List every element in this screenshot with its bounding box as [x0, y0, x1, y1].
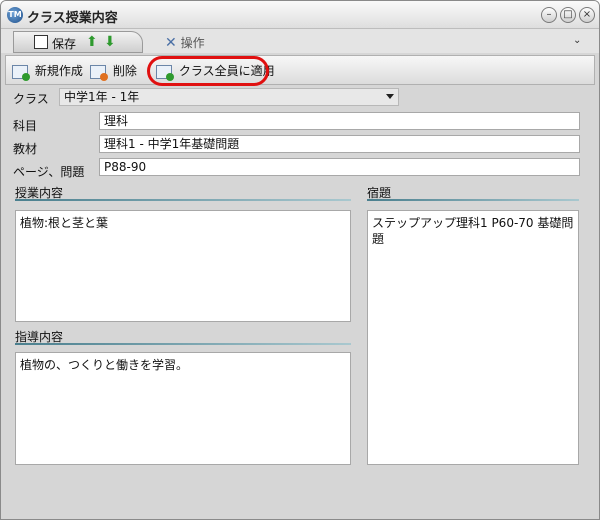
lesson-textarea[interactable]: 植物:根と茎と葉	[15, 210, 351, 322]
window-title: クラス授業内容	[27, 11, 118, 26]
collapse-chevron-icon[interactable]: ⌄	[573, 35, 581, 46]
page-label: ページ、問題	[13, 165, 85, 179]
class-select[interactable]: 中学1年 - 1年	[59, 88, 399, 106]
new-button-label: 新規作成	[34, 64, 83, 78]
close-icon[interactable]: ×	[579, 7, 595, 23]
homework-divider	[367, 199, 579, 201]
title-bar: TM クラス授業内容 – □ ×	[1, 1, 599, 29]
lesson-divider	[15, 199, 351, 201]
new-button[interactable]: 新規作成	[12, 62, 83, 81]
delete-button[interactable]: 削除	[90, 62, 137, 81]
class-lesson-window: TM クラス授業内容 – □ × 保存 ⬆ ⬇ ✕ 操作 ⌄ 新規作成 削除 ク…	[0, 0, 600, 520]
guidance-textarea[interactable]: 植物の、つくりと働きを学習。	[15, 352, 351, 465]
subject-field[interactable]: 理科	[99, 112, 580, 130]
subject-label: 科目	[13, 119, 38, 133]
delete-button-label: 削除	[112, 64, 137, 78]
delete-document-icon	[90, 64, 108, 81]
material-field[interactable]: 理科1 - 中学1年基礎問題	[99, 135, 580, 153]
maximize-icon[interactable]: □	[560, 7, 576, 23]
arrow-down-icon[interactable]: ⬇	[104, 34, 116, 50]
guidance-divider	[15, 343, 351, 345]
tools-icon: ✕	[165, 35, 177, 51]
app-icon: TM	[7, 7, 23, 23]
apply-to-all-label: クラス全員に適用	[178, 64, 275, 78]
arrow-up-icon[interactable]: ⬆	[86, 34, 98, 50]
class-label: クラス	[13, 92, 49, 106]
tab-save[interactable]: 保存 ⬆ ⬇	[13, 31, 143, 53]
minimize-icon[interactable]: –	[541, 7, 557, 23]
dropdown-arrow-icon	[386, 94, 394, 99]
apply-to-all-button[interactable]: クラス全員に適用	[156, 62, 275, 81]
apply-all-icon	[156, 64, 174, 81]
page-field[interactable]: P88-90	[99, 158, 580, 176]
tab-operations[interactable]: ✕ 操作	[165, 34, 205, 51]
operations-tab-label: 操作	[180, 36, 205, 50]
homework-textarea[interactable]: ステップアップ理科1 P60-70 基礎問題	[367, 210, 579, 465]
save-tab-label: 保存	[52, 37, 77, 51]
save-disk-icon	[34, 35, 48, 49]
toolbar: 新規作成 削除 クラス全員に適用	[5, 55, 595, 85]
class-select-value: 中学1年 - 1年	[64, 90, 140, 104]
new-document-icon	[12, 64, 30, 81]
material-label: 教材	[13, 142, 38, 156]
